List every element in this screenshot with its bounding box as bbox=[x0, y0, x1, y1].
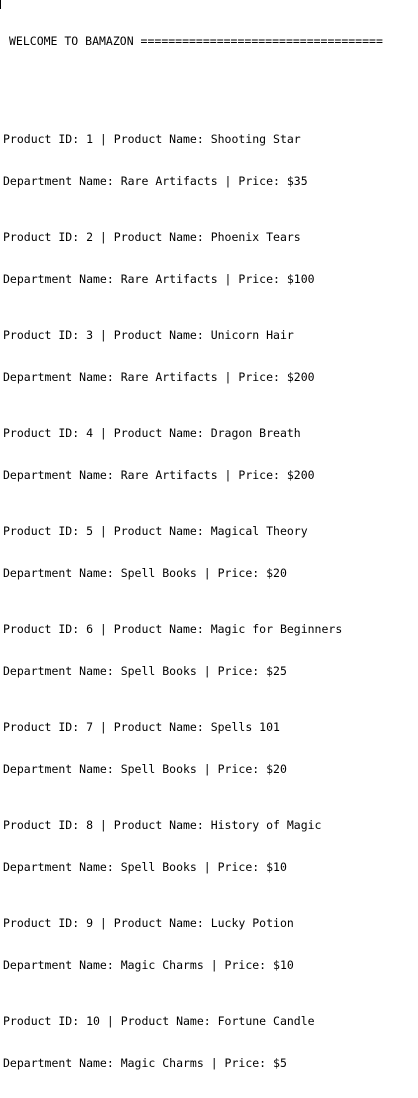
product-id-name-line: Product ID: 7 | Product Name: Spells 101 bbox=[3, 720, 280, 734]
product-id-name-line: Product ID: 5 | Product Name: Magical Th… bbox=[3, 524, 308, 538]
product-id-name-line: Product ID: 10 | Product Name: Fortune C… bbox=[3, 1014, 315, 1028]
terminal-output: WELCOME TO BAMAZON =====================… bbox=[3, 6, 415, 1070]
department-price-line: Department Name: Rare Artifacts | Price:… bbox=[3, 370, 315, 384]
department-price-line: Department Name: Spell Books | Price: $2… bbox=[3, 664, 287, 678]
product-id-name-line: Product ID: 1 | Product Name: Shooting S… bbox=[3, 132, 301, 146]
text-cursor bbox=[0, 0, 1, 9]
product-id-name-line: Product ID: 8 | Product Name: History of… bbox=[3, 818, 322, 832]
department-price-line: Department Name: Rare Artifacts | Price:… bbox=[3, 174, 308, 188]
product-entry: Product ID: 1 | Product Name: Shooting S… bbox=[3, 104, 415, 188]
product-entry: Product ID: 9 | Product Name: Lucky Poti… bbox=[3, 888, 415, 972]
product-id-name-line: Product ID: 9 | Product Name: Lucky Poti… bbox=[3, 916, 294, 930]
department-price-line: Department Name: Magic Charms | Price: $… bbox=[3, 1056, 287, 1070]
product-entry: Product ID: 5 | Product Name: Magical Th… bbox=[3, 496, 415, 580]
department-price-line: Department Name: Spell Books | Price: $1… bbox=[3, 860, 287, 874]
welcome-header: WELCOME TO BAMAZON =====================… bbox=[9, 34, 383, 48]
product-id-name-line: Product ID: 2 | Product Name: Phoenix Te… bbox=[3, 230, 301, 244]
department-price-line: Department Name: Spell Books | Price: $2… bbox=[3, 762, 287, 776]
product-id-name-line: Product ID: 6 | Product Name: Magic for … bbox=[3, 622, 343, 636]
product-id-name-line: Product ID: 3 | Product Name: Unicorn Ha… bbox=[3, 328, 294, 342]
product-entry: Product ID: 10 | Product Name: Fortune C… bbox=[3, 986, 415, 1070]
product-entry: Product ID: 8 | Product Name: History of… bbox=[3, 790, 415, 874]
product-entry: Product ID: 2 | Product Name: Phoenix Te… bbox=[3, 202, 415, 286]
product-entry: Product ID: 3 | Product Name: Unicorn Ha… bbox=[3, 300, 415, 384]
product-id-name-line: Product ID: 4 | Product Name: Dragon Bre… bbox=[3, 426, 301, 440]
product-entry: Product ID: 4 | Product Name: Dragon Bre… bbox=[3, 398, 415, 482]
department-price-line: Department Name: Rare Artifacts | Price:… bbox=[3, 468, 315, 482]
product-entry: Product ID: 6 | Product Name: Magic for … bbox=[3, 594, 415, 678]
department-price-line: Department Name: Magic Charms | Price: $… bbox=[3, 958, 294, 972]
department-price-line: Department Name: Spell Books | Price: $2… bbox=[3, 566, 287, 580]
department-price-line: Department Name: Rare Artifacts | Price:… bbox=[3, 272, 315, 286]
product-entry: Product ID: 7 | Product Name: Spells 101… bbox=[3, 692, 415, 776]
